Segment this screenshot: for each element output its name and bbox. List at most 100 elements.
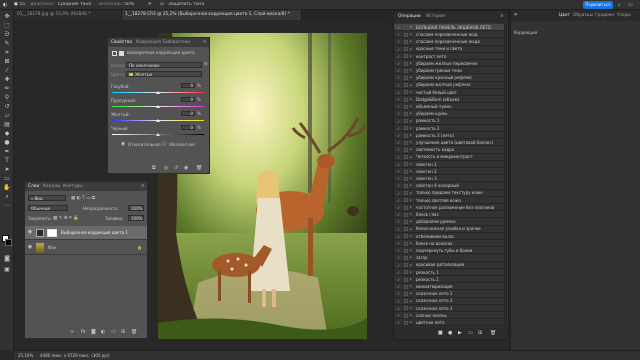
magenta-value-field[interactable]: 0 [181,97,195,102]
layer-mask-thumbnail[interactable] [47,229,57,237]
background-color-swatch[interactable] [5,239,12,246]
expand-arrow-icon[interactable]: ▸ [410,255,412,259]
dialog-toggle-icon[interactable] [404,61,408,66]
panel-menu-icon[interactable]: ≡ [500,14,504,19]
layer-row[interactable]: ◉ Выборочная коррекция цвета 1 [25,226,147,240]
mask-icon[interactable] [119,51,124,56]
action-item[interactable]: ✓ ▸ спасаем пересвеченные жад [394,31,504,39]
expand-arrow-icon[interactable]: ▸ [410,90,412,94]
dialog-toggle-icon[interactable] [404,227,408,232]
dialog-toggle-icon[interactable] [404,306,408,311]
dialog-toggle-icon[interactable] [404,140,408,145]
expand-arrow-icon[interactable]: ▸ [410,75,412,79]
expand-arrow-icon[interactable]: ▸ [410,140,412,144]
dialog-toggle-icon[interactable] [404,25,408,30]
actions-scrollbar[interactable] [504,24,507,326]
filter-icons[interactable]: ▦ ◐ T ▭ ⧉ [71,195,95,201]
action-item[interactable]: ✓ ▸ загар [394,254,504,262]
screen-mode-icon[interactable]: ▣ [3,266,11,273]
action-item[interactable]: ✓ ▸ свектон 4 холодный [394,182,504,190]
dialog-toggle-icon[interactable] [404,68,408,73]
fx-icon[interactable]: fx [81,329,86,335]
hand-tool-icon[interactable]: ✋ [3,184,11,191]
action-item[interactable]: ✓ ▸ сказочное лето 3 [394,305,504,312]
action-item[interactable]: ✓ ▸ отбеливаем волос [394,233,504,240]
toggle-check-icon[interactable]: ✓ [397,320,400,325]
action-item[interactable]: ✓ ▸ Четкость и микроконтраст [394,154,504,161]
expand-arrow-icon[interactable]: ▸ [410,191,412,195]
cyan-slider-knob[interactable] [156,91,160,94]
action-item[interactable]: ✓ ▾ БОЛЬШАЯ ПАНЕЛЬ ЭКШЕНОВ ЛЕТО [394,24,504,32]
tab-channels[interactable]: Каналы [43,184,60,189]
visibility-icon[interactable]: ◉ [184,165,188,171]
expand-arrow-icon[interactable]: ▸ [410,147,412,151]
panel-menu-icon[interactable]: ≡ [203,40,207,45]
dialog-toggle-icon[interactable] [404,169,408,174]
action-item[interactable]: ✓ ▸ светимость кадра [394,146,504,154]
quick-select-icon[interactable]: ✎ [3,40,11,47]
dialog-toggle-icon[interactable] [404,162,408,167]
expand-arrow-icon[interactable]: ▸ [410,306,412,310]
toggle-check-icon[interactable]: ✓ [397,75,400,80]
group-icon[interactable]: ▭ [111,329,116,335]
toggle-check-icon[interactable]: ✓ [397,169,400,174]
tab-color[interactable]: Цвет [559,13,570,18]
action-item[interactable]: ✓ ▸ свектон 2 [394,168,504,176]
preset-options-icon[interactable]: ≡ [204,62,208,67]
yellow-slider-knob[interactable] [156,119,160,122]
expand-arrow-icon[interactable]: ▸ [410,162,412,166]
type-tool-icon[interactable]: T [3,157,11,164]
toggle-check-icon[interactable]: ✓ [397,183,400,188]
action-item[interactable]: ✓ ▸ подчеркнуть губы и брови [394,247,504,255]
tab-paths[interactable]: Контуры [63,184,83,189]
action-item[interactable]: ✓ ▸ белоснежная улыбка и зрачки [394,226,504,233]
stop-icon[interactable]: ■ [438,330,443,336]
toggle-check-icon[interactable]: ✓ [397,191,400,196]
range-select[interactable]: Средние тона [58,2,91,7]
workspace-icon[interactable]: ▭ [628,2,633,8]
dialog-toggle-icon[interactable] [404,83,408,88]
toggle-check-icon[interactable]: ✓ [397,90,400,95]
expand-arrow-icon[interactable]: ▸ [410,119,412,123]
toggle-check-icon[interactable]: ✓ [397,111,400,116]
dialog-toggle-icon[interactable] [404,219,408,224]
dialog-toggle-icon[interactable] [404,255,408,260]
dialog-toggle-icon[interactable] [404,191,408,196]
dialog-toggle-icon[interactable] [404,284,408,289]
expand-arrow-icon[interactable]: ▸ [410,47,412,51]
layer-row[interactable]: ◉ Фон 🔒 [25,241,147,255]
reset-icon[interactable]: ↺ [174,165,178,171]
dialog-toggle-icon[interactable] [404,104,408,109]
tab-libraries[interactable]: Библиотеки [163,40,190,45]
new-layer-icon[interactable]: ⊞ [121,329,125,335]
expand-arrow-icon[interactable]: ▸ [410,205,412,209]
expand-arrow-icon[interactable]: ▸ [410,270,412,274]
dialog-toggle-icon[interactable] [404,277,408,282]
lasso-tool-icon[interactable]: ᘐ [3,31,11,38]
expand-arrow-icon[interactable]: ▸ [410,183,412,187]
toggle-check-icon[interactable]: ✓ [397,32,400,37]
toggle-check-icon[interactable]: ✓ [397,277,400,282]
expand-arrow-icon[interactable]: ▸ [410,61,412,65]
tab-adjustments[interactable]: Коррекция [136,40,161,45]
dialog-toggle-icon[interactable] [404,133,408,138]
healing-brush-icon[interactable]: ✚ [3,76,11,83]
action-item[interactable]: ✓ ▸ сказочное лето 1 [394,290,504,298]
action-item[interactable]: ✓ ▸ Dodge&Burn (объем) [394,96,504,104]
preset-select[interactable]: По умолчанию [126,62,202,68]
toggle-check-icon[interactable]: ✓ [397,241,400,246]
dialog-toggle-icon[interactable] [404,248,408,253]
toggle-check-icon[interactable]: ✓ [397,227,400,232]
toggle-check-icon[interactable]: ✓ [397,313,400,318]
dialog-toggle-icon[interactable] [404,291,408,296]
toggle-check-icon[interactable]: ✓ [397,83,400,88]
dialog-toggle-icon[interactable] [404,155,408,160]
dialog-toggle-icon[interactable] [404,263,408,268]
brush-size-field[interactable]: ● 55 [14,2,25,7]
path-select-icon[interactable]: ➤ [3,166,11,173]
fill-field[interactable]: 100% [128,215,144,221]
dialog-toggle-icon[interactable] [404,90,408,95]
dialog-toggle-icon[interactable] [404,176,408,181]
action-item[interactable]: ✓ ▸ красивая детализация [394,262,504,269]
toggle-check-icon[interactable]: ✓ [397,68,400,73]
